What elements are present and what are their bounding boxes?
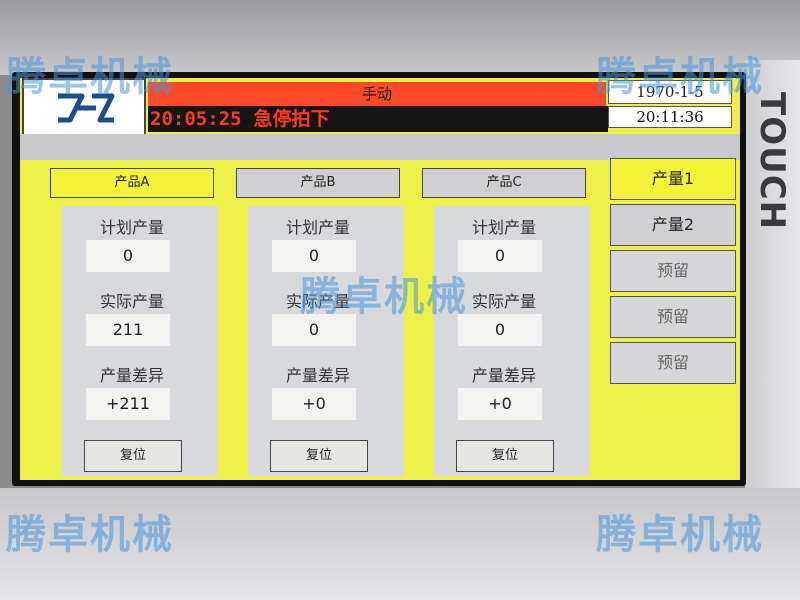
clock-display: 20:11:36 [608,106,732,128]
output-diff-label: 产量差异 [285,366,350,385]
product-panel-c: 产品C 计划产量 0 实际产量 0 产量差异 +0 复位 [422,168,590,476]
planned-output-label: 计划产量 [285,218,350,237]
nav-reserved-button[interactable]: 预留 [610,250,736,292]
tab-product-c[interactable]: 产品C [422,168,586,198]
output-diff-value: +0 [272,388,356,420]
reset-button[interactable]: 复位 [456,440,554,472]
watermark-text: 腾卓机械 [300,274,468,320]
watermark-text: 腾卓机械 [6,512,174,558]
header-divider [20,134,740,160]
planned-output-field[interactable]: 0 [458,240,542,272]
nav-output-2-button[interactable]: 产量2 [610,204,736,246]
panel-body: 计划产量 0 实际产量 211 产量差异 +211 复位 [62,206,218,476]
actual-output-value: 211 [86,314,170,346]
reset-button[interactable]: 复位 [270,440,368,472]
output-diff-value: +0 [458,388,542,420]
alarm-status-bar: 20:05:25 急停拍下 [148,106,608,132]
output-diff-value: +211 [86,388,170,420]
alarm-time: 20:05:25 [150,108,242,130]
bezel-brand-text: TOUCH [752,92,792,231]
product-panel-b: 产品B 计划产量 0 实际产量 0 产量差异 +0 复位 [236,168,404,476]
product-panel-a: 产品A 计划产量 0 实际产量 211 产量差异 +211 复位 [50,168,218,476]
tab-product-b[interactable]: 产品B [236,168,400,198]
alarm-message: 急停拍下 [253,108,330,130]
planned-output-label: 计划产量 [99,218,164,237]
output-diff-label: 产量差异 [471,366,536,385]
watermark-text: 腾卓机械 [6,54,174,100]
planned-output-label: 计划产量 [471,218,536,237]
actual-output-value: 0 [458,314,542,346]
watermark-text: 腾卓机械 [596,54,764,100]
panel-body: 计划产量 0 实际产量 0 产量差异 +0 复位 [434,206,590,476]
nav-reserved-button[interactable]: 预留 [610,296,736,338]
watermark-text: 腾卓机械 [596,512,764,558]
planned-output-field[interactable]: 0 [86,240,170,272]
tab-product-a[interactable]: 产品A [50,168,214,198]
reset-button[interactable]: 复位 [84,440,182,472]
nav-output-1-button[interactable]: 产量1 [610,158,736,200]
mode-indicator: 手动 [148,82,606,106]
output-diff-label: 产量差异 [99,366,164,385]
panel-body: 计划产量 0 实际产量 0 产量差异 +0 复位 [248,206,404,476]
actual-output-label: 实际产量 [99,292,164,311]
nav-reserved-button[interactable]: 预留 [610,342,736,384]
